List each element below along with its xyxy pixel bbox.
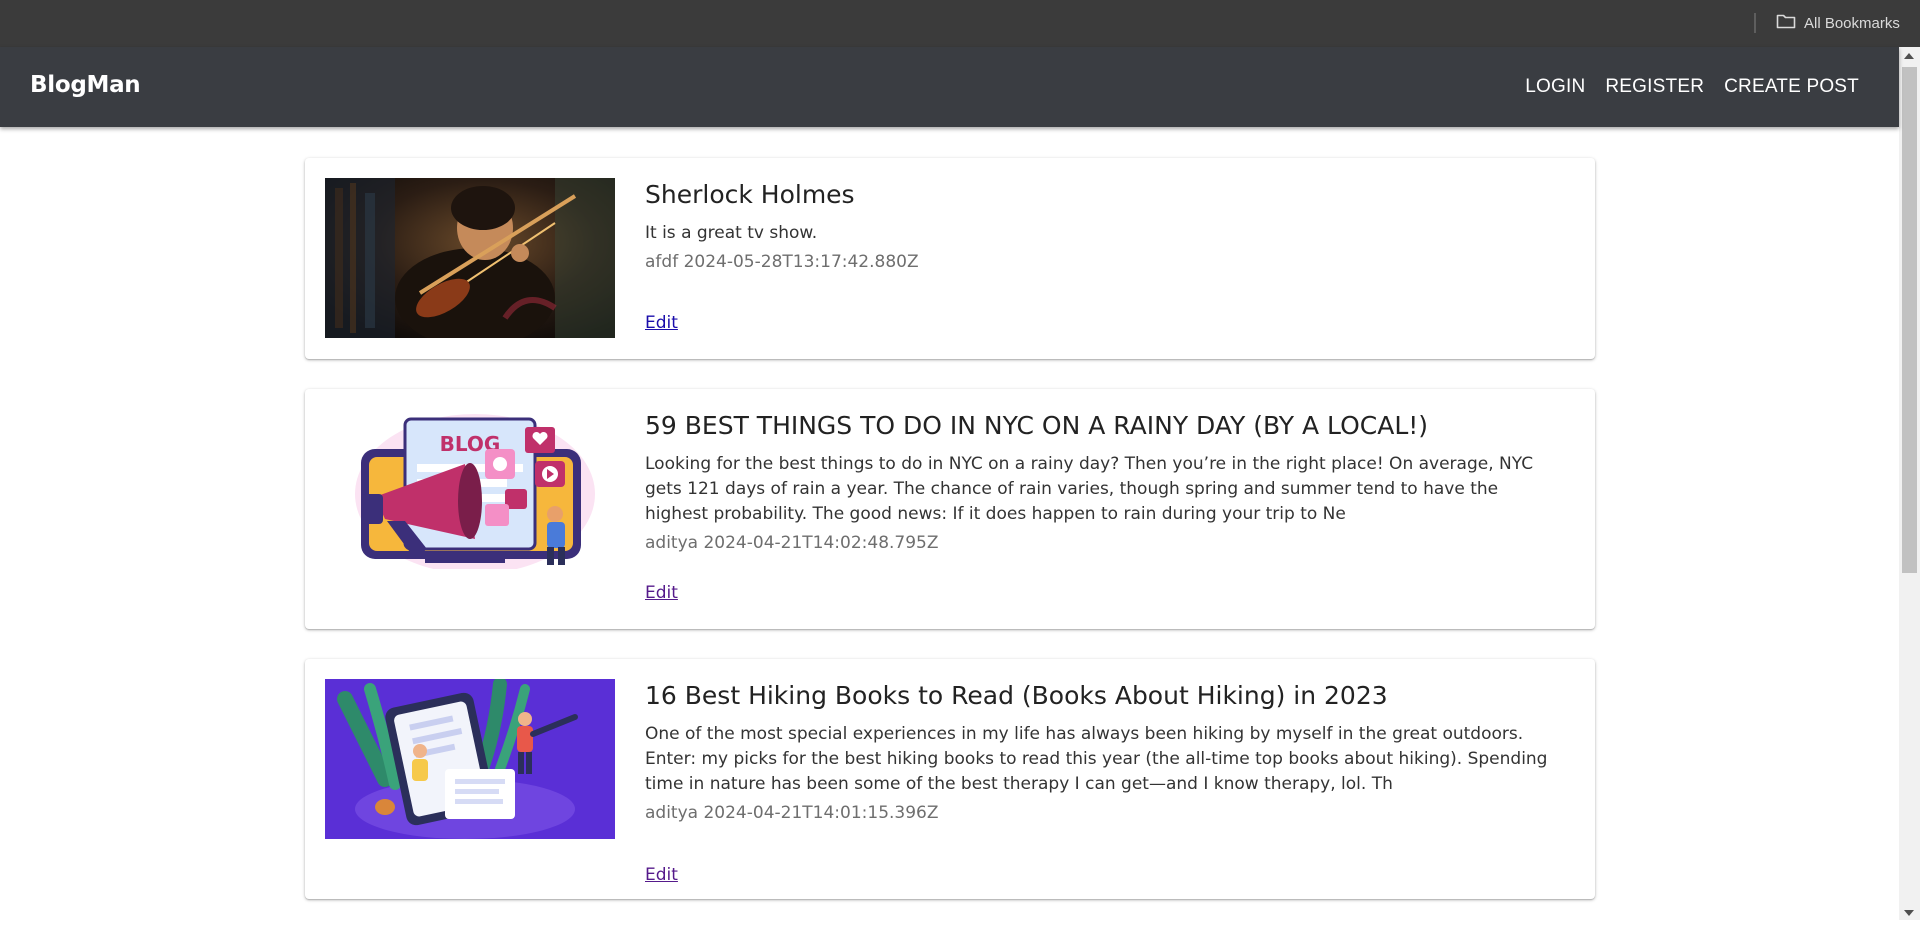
scroll-up-arrow-icon[interactable] (1904, 53, 1914, 59)
post-thumbnail-violinist[interactable] (325, 178, 615, 338)
brand-logo[interactable]: BlogMan (30, 72, 141, 98)
scrollbar-thumb[interactable] (1902, 67, 1917, 573)
post-timestamp: 2024-04-21T14:02:48.795Z (703, 533, 939, 553)
edit-post-link[interactable]: Edit (645, 313, 678, 333)
post-feed: Sherlock Holmes It is a great tv show. a… (305, 158, 1595, 929)
nav-create-post[interactable]: CREATE POST (1724, 76, 1859, 98)
post-author: aditya (645, 533, 699, 553)
nav-login[interactable]: LOGIN (1525, 76, 1585, 98)
post-thumbnail-reading-illustration[interactable] (325, 679, 615, 839)
nav-register[interactable]: REGISTER (1605, 76, 1704, 98)
post-meta: aditya 2024-04-21T14:02:48.795Z (645, 531, 1565, 555)
page-scrollbar[interactable] (1899, 47, 1920, 920)
edit-post-link[interactable]: Edit (645, 865, 678, 885)
post-summary: Looking for the best things to do in NYC… (645, 454, 1534, 524)
post-title[interactable]: Sherlock Holmes (645, 180, 1565, 209)
main-nav: LOGIN REGISTER CREATE POST (1525, 76, 1859, 98)
post-card: Sherlock Holmes It is a great tv show. a… (305, 158, 1595, 359)
post-timestamp: 2024-05-28T13:17:42.880Z (683, 252, 919, 272)
post-author: afdf (645, 252, 679, 272)
post-body: 59 BEST THINGS TO DO IN NYC ON A RAINY D… (645, 411, 1565, 555)
folder-icon (1776, 13, 1804, 33)
post-body: 16 Best Hiking Books to Read (Books Abou… (645, 681, 1565, 825)
post-thumbnail-blog-megaphone[interactable]: BLOG (325, 409, 615, 569)
post-summary: It is a great tv show. (645, 223, 818, 243)
post-summary: One of the most special experiences in m… (645, 724, 1548, 794)
bookmarks-separator (1754, 13, 1756, 33)
post-body: Sherlock Holmes It is a great tv show. a… (645, 180, 1565, 274)
post-card: BLOG 59 BEST THINGS TO DO IN NYC ON A RA… (305, 389, 1595, 629)
post-title[interactable]: 16 Best Hiking Books to Read (Books Abou… (645, 681, 1565, 710)
post-meta: aditya 2024-04-21T14:01:15.396Z (645, 801, 1565, 825)
bookmarks-bar: All Bookmarks (0, 0, 1920, 47)
all-bookmarks-label: All Bookmarks (1804, 14, 1900, 32)
post-card: 16 Best Hiking Books to Read (Books Abou… (305, 659, 1595, 899)
app-header: BlogMan LOGIN REGISTER CREATE POST (0, 47, 1899, 127)
scroll-down-arrow-icon[interactable] (1904, 910, 1914, 916)
all-bookmarks-button[interactable]: All Bookmarks (1776, 12, 1900, 34)
post-meta: afdf 2024-05-28T13:17:42.880Z (645, 250, 1565, 274)
post-author: aditya (645, 803, 699, 823)
edit-post-link[interactable]: Edit (645, 583, 678, 603)
post-timestamp: 2024-04-21T14:01:15.396Z (703, 803, 939, 823)
post-title[interactable]: 59 BEST THINGS TO DO IN NYC ON A RAINY D… (645, 411, 1565, 440)
